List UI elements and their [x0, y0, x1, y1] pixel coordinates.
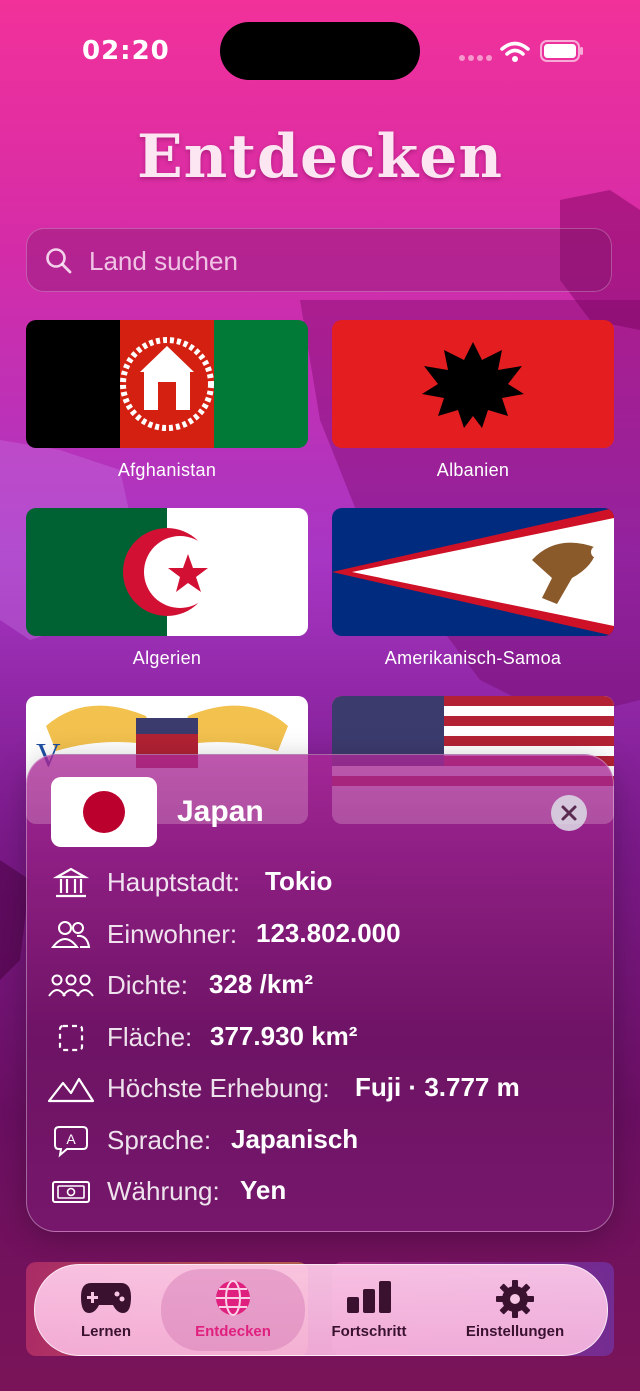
globe-icon — [216, 1280, 250, 1316]
country-card-afghanistan[interactable]: Afghanistan — [26, 320, 308, 490]
people-icon — [50, 921, 91, 948]
detail-value: Yen — [240, 1175, 287, 1205]
tab-bar: Lernen Entdecken Fortschritt Einstellung… — [34, 1264, 608, 1356]
area-icon — [58, 1024, 84, 1052]
dynamic-island — [220, 22, 420, 80]
flag-albania — [332, 320, 614, 448]
country-name: Amerikanisch-Samoa — [384, 648, 562, 668]
country-name: Afghanistan — [117, 460, 217, 480]
flag-japan — [51, 777, 157, 847]
flag-american-samoa — [332, 508, 614, 636]
detail-label: Sprache: — [107, 1125, 212, 1155]
country-card-albania[interactable]: Albanien — [332, 320, 614, 490]
detail-value: Tokio — [265, 866, 333, 896]
detail-label: Fläche: — [107, 1022, 193, 1052]
detail-value: 123.802.000 — [256, 918, 401, 948]
detail-value: 377.930 km² — [210, 1021, 358, 1051]
gamecontroller-icon — [81, 1283, 131, 1313]
group-icon — [48, 974, 94, 997]
speech-bubble-icon: A — [54, 1126, 88, 1158]
tab-entdecken[interactable]: Entdecken — [181, 1265, 285, 1355]
wifi-icon — [500, 41, 530, 62]
tab-fortschritt[interactable]: Fortschritt — [319, 1265, 419, 1355]
detail-value: 328 /km² — [209, 969, 314, 999]
bar-chart-icon — [347, 1281, 391, 1313]
battery-icon — [540, 40, 583, 62]
museum-icon — [52, 867, 90, 898]
country-card-american-samoa[interactable]: Amerikanisch-Samoa — [332, 508, 614, 678]
flag-afghanistan — [26, 320, 308, 448]
tab-label: Einstellungen — [465, 1323, 565, 1340]
page-title: Entdecken — [136, 122, 504, 192]
country-detail-name: Japan — [177, 795, 264, 828]
detail-label: Höchste Erhebung: — [107, 1073, 330, 1103]
status-bar: 02:20 — [0, 0, 640, 100]
close-button[interactable] — [551, 795, 587, 831]
tab-label: Lernen — [80, 1323, 131, 1340]
country-name: Albanien — [436, 460, 510, 480]
detail-label: Währung: — [107, 1176, 220, 1206]
detail-label: Einwohner: — [107, 919, 238, 949]
detail-label: Hauptstadt: — [107, 867, 240, 897]
gear-icon — [496, 1280, 534, 1318]
search-input[interactable] — [87, 239, 591, 283]
close-icon — [561, 805, 577, 821]
banknote-icon — [52, 1181, 90, 1203]
detail-value: Japanisch — [231, 1124, 359, 1154]
country-detail-panel: Japan Hauptstadt: Tokio Einwohner: 123.8… — [26, 754, 614, 1232]
country-card-algeria[interactable]: Algerien — [26, 508, 308, 678]
tab-label: Entdecken — [195, 1323, 271, 1340]
country-name: Algerien — [132, 648, 202, 668]
explore-screen: 02:20 Entdecken Land suchen Afghanistan … — [0, 0, 640, 1391]
search-icon — [46, 248, 72, 274]
clock: 02:20 — [82, 36, 170, 66]
search-bar[interactable] — [26, 228, 612, 292]
signal-dots-icon — [459, 55, 492, 61]
tab-einstellungen[interactable]: Einstellungen — [455, 1265, 575, 1355]
detail-label: Dichte: — [107, 970, 188, 1000]
mountain-icon — [47, 1077, 95, 1103]
svg-text:A: A — [66, 1131, 76, 1147]
flag-algeria — [26, 508, 308, 636]
tab-label: Fortschritt — [331, 1323, 407, 1340]
detail-value: Fuji · 3.777 m — [355, 1072, 520, 1102]
tab-lernen[interactable]: Lernen — [55, 1265, 157, 1355]
